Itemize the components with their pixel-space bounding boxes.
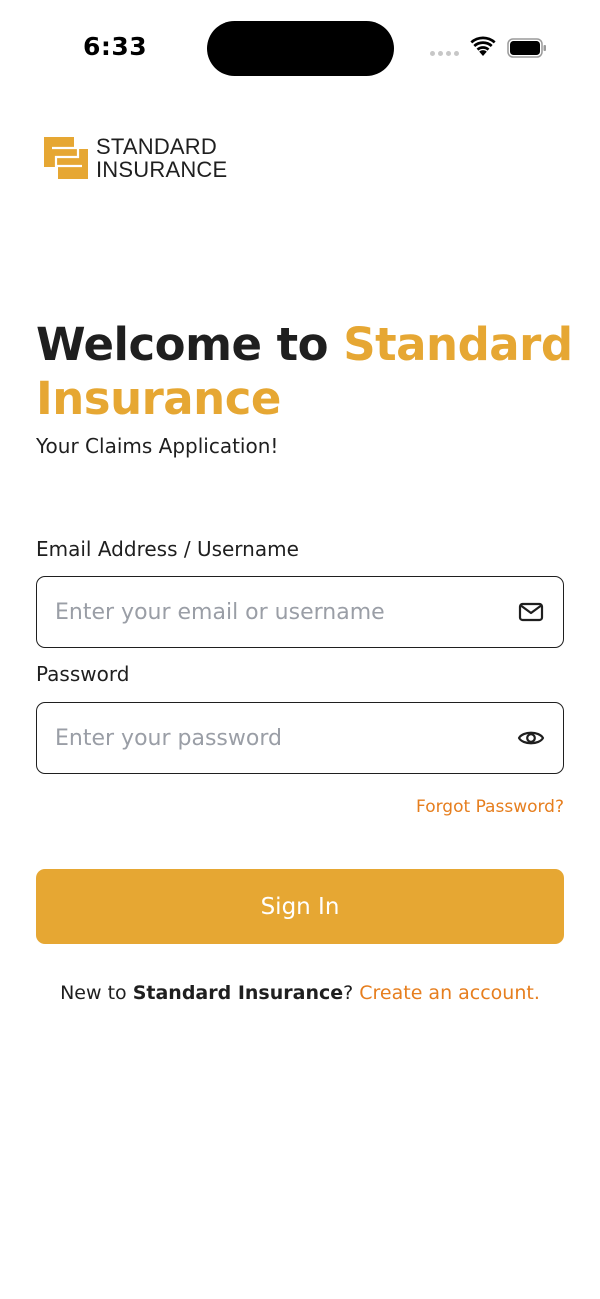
signup-question: ? — [343, 982, 360, 1004]
signup-brand: Standard Insurance — [132, 982, 344, 1004]
logo-line-1: STANDARD — [96, 134, 217, 159]
signal-icon — [430, 51, 459, 56]
email-input[interactable] — [55, 599, 517, 625]
wifi-icon — [470, 36, 496, 56]
password-label: Password — [36, 662, 130, 686]
battery-icon — [507, 38, 546, 58]
password-input[interactable] — [55, 725, 517, 751]
welcome-heading: Welcome to Standard Insurance — [36, 318, 576, 426]
sign-in-button[interactable]: Sign In — [36, 869, 564, 944]
status-time: 6:33 — [83, 32, 148, 61]
company-logo: STANDARD INSURANCE — [44, 135, 227, 181]
mail-icon — [517, 598, 545, 626]
logo-text: STANDARD INSURANCE — [96, 135, 227, 181]
password-field-container — [36, 702, 564, 774]
standard-insurance-logo-icon — [44, 137, 88, 179]
create-account-link[interactable]: Create an account. — [359, 982, 540, 1004]
welcome-heading-prefix: Welcome to — [36, 318, 344, 371]
email-label: Email Address / Username — [36, 537, 299, 561]
email-field-container — [36, 576, 564, 648]
welcome-subtitle: Your Claims Application! — [36, 434, 279, 458]
forgot-password-link[interactable]: Forgot Password? — [416, 797, 564, 817]
status-bar: 6:33 — [0, 0, 600, 98]
dynamic-island — [207, 21, 394, 76]
eye-icon[interactable] — [517, 724, 545, 752]
signup-prefix: New to — [60, 982, 133, 1004]
signup-prompt: New to Standard Insurance? Create an acc… — [0, 982, 600, 1004]
logo-line-2: INSURANCE — [96, 157, 228, 182]
